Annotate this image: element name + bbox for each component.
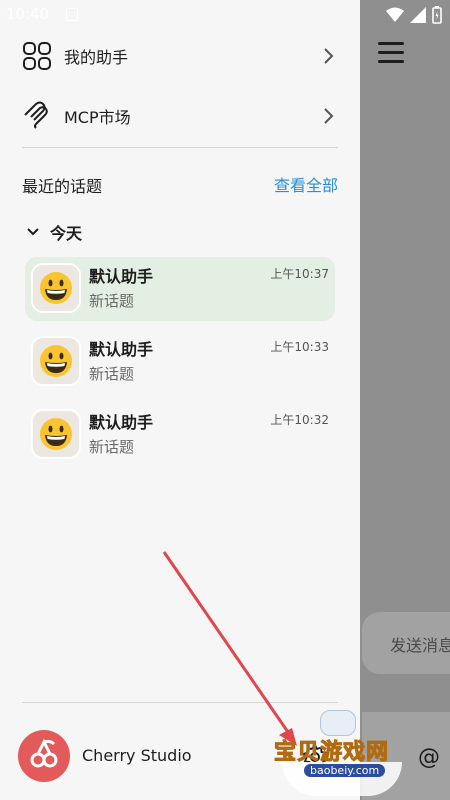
topic-time: 上午10:37 <box>270 267 329 281</box>
divider <box>22 702 338 703</box>
topic-title: 新话题 <box>89 292 135 310</box>
status-bar: 10:40 <box>0 0 450 30</box>
topic-title: 新话题 <box>89 365 135 383</box>
mcp-icon <box>24 101 48 129</box>
view-all-link[interactable]: 查看全部 <box>274 172 338 196</box>
chat-screen-background <box>360 0 450 800</box>
gamepad-icon <box>320 710 356 736</box>
assistant-avatar <box>31 409 81 459</box>
topic-time: 上午10:32 <box>270 413 329 427</box>
divider <box>22 147 338 148</box>
hamburger-menu-icon[interactable] <box>378 42 404 64</box>
watermark-text: 宝贝游戏网 <box>273 740 390 766</box>
smiley-emoji-icon <box>40 418 72 450</box>
navigation-drawer: 我的助手 MCP市场 最近的话题 查看全部 今天 默认助手 新话题 上午10:3… <box>0 0 360 800</box>
topic-item[interactable]: 默认助手 新话题 上午10:37 <box>25 257 335 321</box>
smiley-emoji-icon <box>40 272 72 304</box>
cherry-studio-logo <box>18 730 70 782</box>
wifi-icon <box>386 7 404 22</box>
battery-icon <box>432 6 442 24</box>
menu-item-label: MCP市场 <box>64 108 131 127</box>
topic-item[interactable]: 默认助手 新话题 上午10:32 <box>25 403 335 467</box>
topic-assistant-name: 默认助手 <box>89 413 154 432</box>
grid-apps-icon <box>23 42 51 70</box>
notification-icon <box>66 8 78 21</box>
chevron-right-icon <box>324 48 334 64</box>
topic-assistant-name: 默认助手 <box>89 267 154 286</box>
topic-title: 新话题 <box>89 438 135 456</box>
topic-group-toggle[interactable]: 今天 <box>26 220 82 244</box>
topic-item[interactable]: 默认助手 新话题 上午10:33 <box>25 330 335 394</box>
chevron-down-icon <box>27 228 39 236</box>
chevron-right-icon <box>324 108 334 124</box>
menu-item-my-assistants[interactable]: 我的助手 <box>22 36 340 76</box>
topic-assistant-name: 默认助手 <box>89 340 154 359</box>
recent-topics-title: 最近的话题 <box>22 177 103 196</box>
topic-time: 上午10:33 <box>270 340 329 354</box>
menu-item-label: 我的助手 <box>64 48 129 67</box>
topic-group-label: 今天 <box>50 224 83 243</box>
cherry-logo-icon <box>30 738 58 768</box>
watermark-url: baobeiy.com <box>304 764 386 777</box>
watermark: 宝贝游戏网 baobeiy.com <box>273 706 424 796</box>
menu-item-mcp-market[interactable]: MCP市场 <box>22 96 340 136</box>
signal-icon <box>410 7 426 23</box>
smiley-emoji-icon <box>40 345 72 377</box>
assistant-avatar <box>31 263 81 313</box>
status-time: 10:40 <box>6 5 50 23</box>
message-input-placeholder: 发送消息 <box>390 636 450 655</box>
assistant-avatar <box>31 336 81 386</box>
app-name: Cherry Studio <box>82 746 192 765</box>
